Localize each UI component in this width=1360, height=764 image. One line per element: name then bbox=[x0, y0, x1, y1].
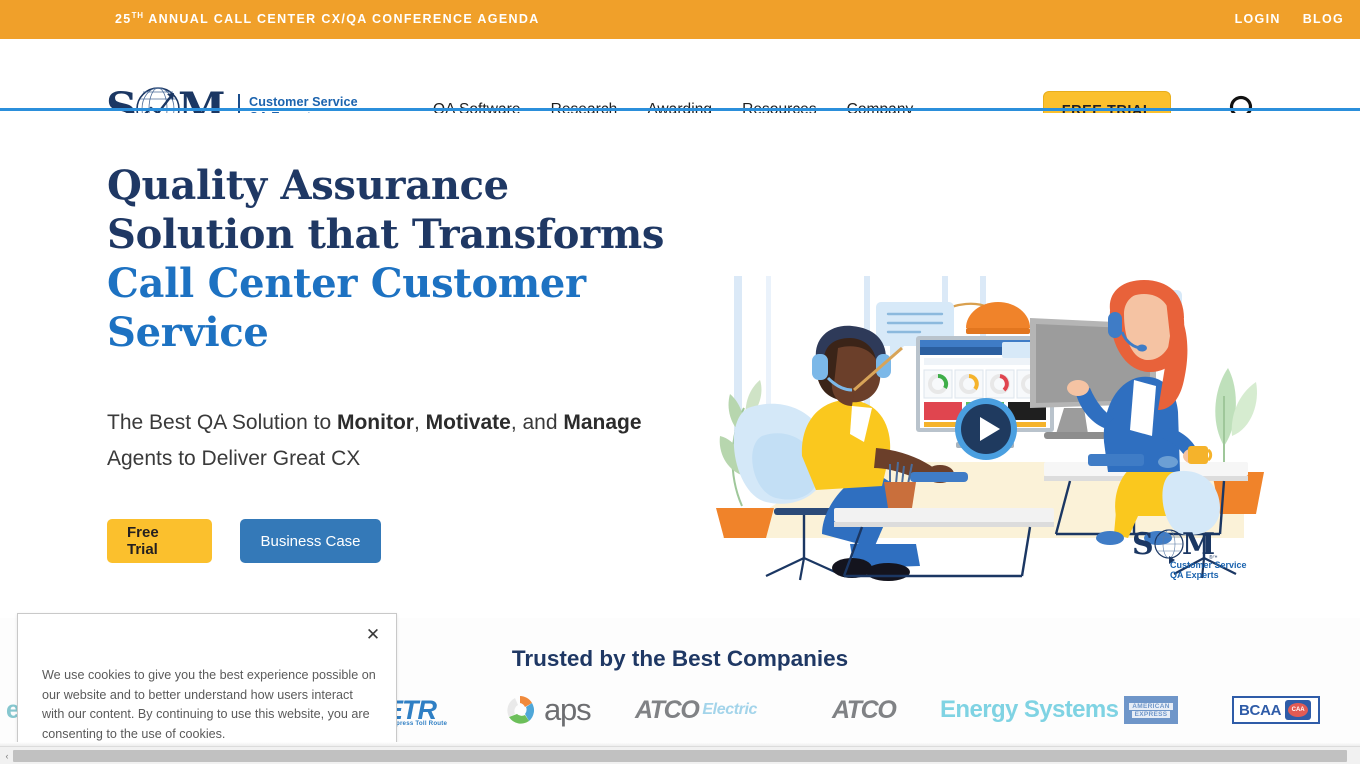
topbar-links: LOGIN BLOG bbox=[1235, 12, 1344, 26]
header-accent-rule bbox=[0, 108, 1360, 111]
atco-energy-wordmark: ATCO bbox=[832, 695, 897, 724]
headline-line-1: Quality Assurance bbox=[107, 162, 509, 209]
login-link[interactable]: LOGIN bbox=[1235, 12, 1281, 26]
free-trial-cta-button[interactable]: Free Trial bbox=[107, 519, 212, 563]
hero-section: Quality Assurance Solution that Transfor… bbox=[0, 113, 1360, 618]
subhead-bold-manage: Manage bbox=[563, 411, 642, 434]
subhead-bold-monitor: Monitor bbox=[336, 411, 414, 434]
blog-link[interactable]: BLOG bbox=[1303, 12, 1344, 26]
announcement-ordinal: TH bbox=[131, 11, 144, 20]
subhead-part-1: The Best QA Solution to bbox=[107, 411, 337, 434]
horizontal-scrollbar[interactable]: ‹ bbox=[0, 746, 1360, 764]
energy-systems-wordmark: Energy Systems bbox=[940, 696, 1119, 723]
client-logo-american-express[interactable]: AMERICAN EXPRESS bbox=[1124, 688, 1178, 732]
announcement-rest: ANNUAL CALL CENTER CX/QA CONFERENCE AGEN… bbox=[143, 12, 540, 27]
scroll-left-arrow-icon[interactable]: ‹ bbox=[2, 751, 12, 761]
amex-line1: AMERICAN bbox=[1129, 702, 1173, 710]
aps-wordmark: aps bbox=[544, 692, 592, 727]
subhead-part-2: , bbox=[413, 411, 426, 434]
atco-electric-wordmark: ATCO bbox=[635, 695, 700, 724]
subhead-bold-motivate: Motivate bbox=[425, 411, 511, 434]
announcement-text[interactable]: 25TH ANNUAL CALL CENTER CX/QA CONFERENCE… bbox=[115, 11, 540, 26]
subhead-part-3: , and bbox=[510, 411, 564, 434]
hero-subheading: The Best QA Solution to Monitor, Motivat… bbox=[107, 405, 667, 477]
page-title: Quality Assurance Solution that Transfor… bbox=[107, 161, 707, 357]
site-header: S M ®™ Customer Service QA Experts bbox=[0, 39, 1360, 134]
subhead-part-4: Agents to Deliver Great CX bbox=[107, 447, 361, 470]
headline-line-2: Solution that Transforms bbox=[107, 211, 665, 258]
page-root: 25TH ANNUAL CALL CENTER CX/QA CONFERENCE… bbox=[0, 0, 1360, 764]
atco-electric-suffix: Electric bbox=[702, 701, 757, 718]
amex-line2: EXPRESS bbox=[1131, 710, 1171, 718]
business-case-cta-button[interactable]: Business Case bbox=[240, 519, 381, 563]
bcaa-wordmark: BCAA bbox=[1239, 701, 1282, 719]
play-button[interactable] bbox=[953, 396, 1019, 462]
headline-line-3: Call Center Customer bbox=[107, 260, 586, 307]
announcement-prefix: 25 bbox=[115, 12, 132, 27]
client-logo-aps[interactable]: aps bbox=[503, 688, 592, 732]
client-logo-energy-systems[interactable]: Energy Systems bbox=[940, 688, 1119, 732]
cookie-consent-message: We use cookies to give you the best expe… bbox=[42, 668, 376, 741]
svg-text:QA Experts: QA Experts bbox=[1170, 570, 1219, 580]
close-icon[interactable]: ✕ bbox=[362, 623, 384, 645]
headline-line-4: Service bbox=[107, 309, 269, 356]
caa-badge: CAA bbox=[1285, 700, 1312, 720]
announcement-bar: 25TH ANNUAL CALL CENTER CX/QA CONFERENCE… bbox=[0, 0, 1360, 39]
caa-badge-text: CAA bbox=[1288, 703, 1309, 717]
cookie-consent-banner: ✕ We use cookies to give you the best ex… bbox=[17, 613, 397, 753]
hero-cta-row: Free Trial Business Case bbox=[107, 519, 381, 563]
client-logo-atco-electric[interactable]: ATCO Electric bbox=[635, 688, 757, 732]
client-logo-bcaa[interactable]: BCAA CAA bbox=[1232, 688, 1320, 732]
svg-text:Customer Service: Customer Service bbox=[1170, 560, 1247, 570]
aps-swirl-icon bbox=[507, 696, 535, 724]
svg-text:S: S bbox=[1132, 527, 1154, 562]
bcaa-box: BCAA CAA bbox=[1232, 696, 1320, 724]
horizontal-scrollbar-thumb[interactable] bbox=[13, 750, 1347, 762]
amex-box: AMERICAN EXPRESS bbox=[1124, 696, 1178, 724]
client-logo-atco-energy[interactable]: ATCO bbox=[832, 688, 897, 732]
